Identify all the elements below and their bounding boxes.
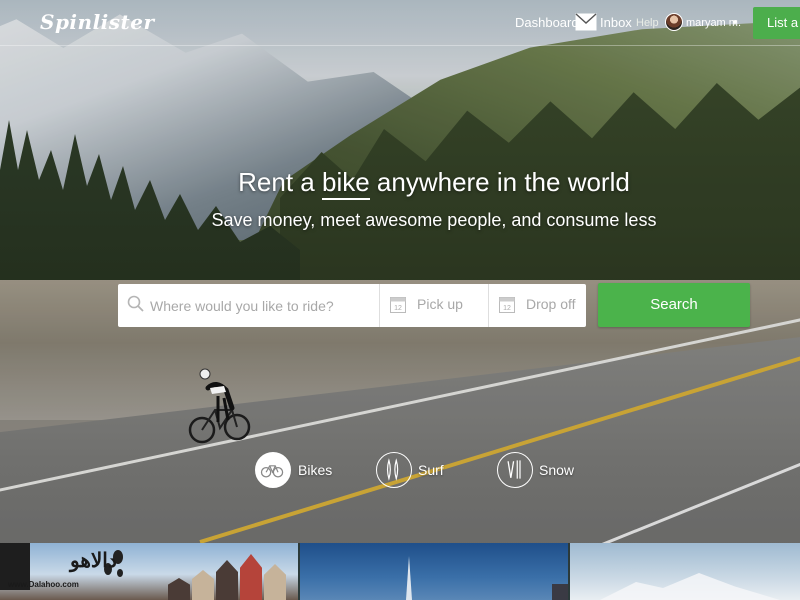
- pickup-date-field[interactable]: Pick up: [417, 296, 463, 312]
- headline-text-start: Rent a: [238, 167, 322, 197]
- category-surf-label[interactable]: Surf: [418, 462, 444, 478]
- category-surf-button[interactable]: [376, 452, 412, 488]
- category-snow-button[interactable]: [497, 452, 533, 488]
- building-silhouette: [552, 584, 568, 600]
- location-search-input[interactable]: [150, 284, 376, 327]
- destination-tile[interactable]: [300, 543, 568, 600]
- category-bikes-label[interactable]: Bikes: [298, 462, 332, 478]
- surfboard-icon: [386, 458, 399, 481]
- watermark-url: www.Dalahoo.com: [8, 580, 79, 589]
- nav-help-link[interactable]: Help: [636, 17, 659, 29]
- ski-icon: [507, 460, 521, 479]
- calendar-icon[interactable]: 12: [390, 295, 406, 313]
- cyclist-illustration: [188, 368, 251, 444]
- page-headline: Rent a bike anywhere in the world: [0, 167, 800, 200]
- search-icon: [127, 295, 144, 312]
- search-divider: [488, 284, 489, 327]
- headline-highlight[interactable]: bike: [321, 167, 370, 200]
- chevron-down-icon[interactable]: ▼: [731, 18, 739, 27]
- category-snow-label[interactable]: Snow: [539, 462, 574, 478]
- list-a-rental-button[interactable]: List a R: [753, 7, 800, 39]
- dropoff-date-field[interactable]: Drop off: [526, 296, 576, 312]
- spinlister-logo[interactable]: Spinlister: [40, 10, 155, 34]
- bike-icon: [260, 465, 284, 478]
- headline-text-end: anywhere in the world: [369, 167, 630, 197]
- nav-dashboard-link[interactable]: Dashboard: [515, 15, 579, 30]
- calendar-icon[interactable]: 12: [499, 295, 515, 313]
- user-avatar[interactable]: [665, 13, 683, 31]
- top-navigation: Spinlister Dashboard Inbox Help maryam m…: [0, 0, 800, 46]
- calendar-day-number: 12: [394, 305, 402, 312]
- watermark-text: دالاهو: [70, 548, 117, 572]
- page-subheadline: Save money, meet awesome people, and con…: [211, 210, 657, 230]
- category-bikes-button[interactable]: [255, 452, 291, 488]
- search-divider: [379, 284, 380, 327]
- calendar-day-number: 12: [503, 305, 511, 312]
- search-button[interactable]: Search: [598, 283, 750, 327]
- envelope-icon[interactable]: [575, 13, 597, 31]
- nav-inbox-link[interactable]: Inbox: [600, 15, 632, 30]
